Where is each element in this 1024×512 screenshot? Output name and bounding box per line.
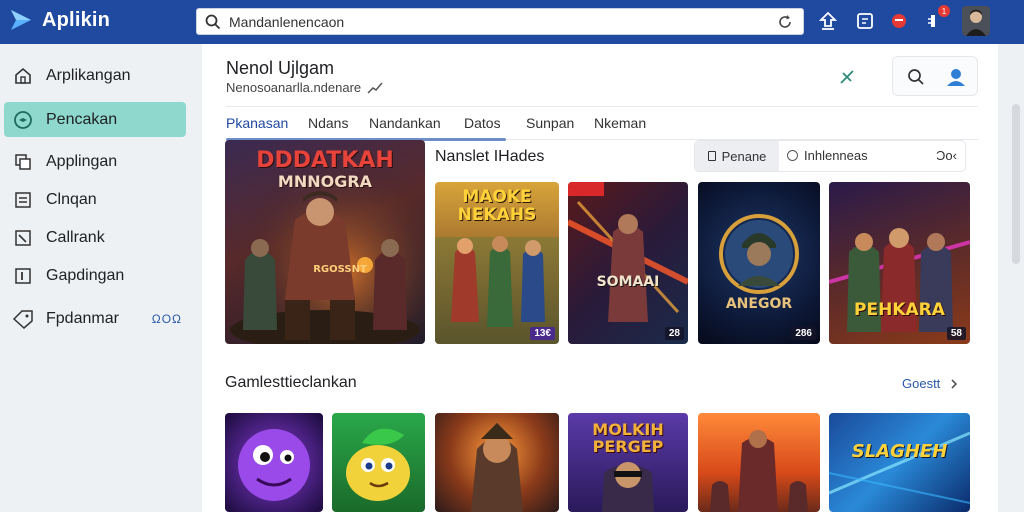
- notification-badge: 1: [938, 5, 950, 17]
- sidebar-item-label: Pencakan: [46, 110, 118, 128]
- game-card[interactable]: [435, 413, 559, 512]
- app-logo[interactable]: Aplikin: [8, 7, 110, 33]
- chart-icon: [12, 227, 34, 249]
- section-title-recommended: Gamlesttieclankan: [225, 374, 357, 391]
- featured-title-line1: DDDATKAH: [256, 148, 394, 173]
- page-subtitle: Nenosoanarlla.ndenare: [226, 80, 383, 95]
- search-icon: [205, 14, 221, 29]
- sparkle-icon[interactable]: [836, 66, 858, 88]
- game-card-badge: 286: [791, 327, 816, 340]
- sidebar-item-clnqan[interactable]: Clnqan: [4, 182, 186, 217]
- page-title: Nenol Ujlgam: [226, 58, 335, 78]
- main-panel: Nenol Ujlgam Nenosoanarlla.ndenare Pkana…: [202, 44, 998, 512]
- game-card[interactable]: SLAGHEH: [829, 413, 970, 512]
- game-card-art: [346, 428, 410, 501]
- bookmark-icon: [12, 265, 34, 287]
- page-subtitle-text: Nenosoanarlla.ndenare: [226, 80, 362, 95]
- apps-icon: [12, 151, 34, 173]
- tab-sunpan[interactable]: Sunpan: [526, 115, 574, 131]
- see-more-label: Goestt: [902, 376, 941, 391]
- tab-ndans[interactable]: Ndans: [308, 115, 348, 131]
- tab-datos[interactable]: Datos: [464, 115, 501, 131]
- game-card[interactable]: MOLKIH PERGEP: [568, 413, 688, 512]
- filter-radio[interactable]: Inhlenneas: [787, 148, 868, 163]
- filter-chip-label: Penane: [721, 148, 767, 164]
- sidebar-item-label: Callrank: [46, 228, 105, 246]
- top-bar: Aplikin 1: [0, 0, 1024, 44]
- search-bar[interactable]: [196, 8, 804, 35]
- tab-pkanasan[interactable]: Pkanasan: [226, 115, 288, 131]
- sidebar: Arplikangan Pencakan Applingan Clnqan Ca…: [0, 44, 196, 512]
- game-card[interactable]: [332, 413, 425, 512]
- game-card-title: ANEGOR: [725, 296, 793, 312]
- refresh-icon[interactable]: [777, 14, 793, 30]
- tab-nandankan[interactable]: Nandankan: [369, 115, 441, 131]
- sidebar-item-label: Clnqan: [46, 190, 97, 208]
- game-card[interactable]: PEHKARA 58: [829, 182, 970, 344]
- filter-radio-label: Inhlenneas: [804, 148, 868, 163]
- tab-bar: Pkanasan Ndans Nandankan Datos Sunpan Nk…: [226, 106, 978, 141]
- game-card-art: [710, 430, 808, 512]
- game-card-badge: 28: [664, 327, 684, 340]
- game-card[interactable]: [225, 413, 323, 512]
- account-icon[interactable]: [945, 66, 967, 88]
- sidebar-item-arplikangan[interactable]: Arplikangan: [4, 58, 186, 93]
- chevron-right-icon: [951, 378, 958, 389]
- tag-icon: [12, 308, 34, 330]
- game-card-art: [829, 431, 970, 504]
- scrollbar[interactable]: [1012, 104, 1020, 264]
- compass-icon: [12, 109, 34, 131]
- header-tools: [892, 56, 978, 96]
- search-input[interactable]: [229, 13, 769, 30]
- game-card[interactable]: MAOKE NEKAHS 13€: [435, 182, 559, 344]
- game-card-title: PEHKARA: [854, 300, 945, 320]
- filter-chip-icon: [707, 151, 716, 161]
- filter-bar: Penane Inhlenneas Ͻo‹: [694, 140, 966, 172]
- avatar[interactable]: [962, 6, 990, 36]
- upload-icon[interactable]: [816, 9, 840, 33]
- game-card-art: [238, 429, 310, 501]
- sidebar-item-label: Fpdanmar: [46, 309, 119, 327]
- trend-icon: [367, 82, 383, 94]
- featured-title-line2: MNNOGRA: [277, 172, 373, 191]
- filter-more[interactable]: Ͻo‹: [936, 148, 957, 163]
- game-card-title: MOLKIH PERGEP: [592, 420, 664, 456]
- list-icon: [12, 189, 34, 211]
- sidebar-badge: ΩOΩ: [151, 311, 182, 326]
- library-icon[interactable]: [853, 9, 877, 33]
- filter-chip[interactable]: Penane: [695, 141, 779, 171]
- sidebar-item-label: Arplikangan: [46, 66, 131, 84]
- game-card-badge: 13€: [530, 327, 555, 340]
- play-logo-icon: [11, 10, 31, 30]
- sidebar-item-fpdanmar[interactable]: Fpdanmar ΩOΩ: [4, 301, 186, 336]
- game-card[interactable]: SOMAAI 28: [568, 182, 688, 344]
- game-card-art: [568, 182, 688, 322]
- sidebar-item-label: Gapdingan: [46, 266, 125, 284]
- radio-icon: [787, 150, 798, 161]
- section-title-new-games: Nanslet IHades: [435, 148, 545, 165]
- tab-nkeman[interactable]: Nkeman: [594, 115, 646, 131]
- featured-game-card[interactable]: DDDATKAH MNNOGRA RGOSSNT: [225, 140, 425, 344]
- featured-label: RGOSSNT: [313, 264, 367, 275]
- game-card-art: [719, 214, 799, 294]
- game-card[interactable]: ANEGOR 286: [698, 182, 820, 344]
- search-icon[interactable]: [905, 66, 927, 88]
- home-icon: [12, 65, 34, 87]
- game-card-title: SLAGHEH: [851, 441, 948, 462]
- chat-icon[interactable]: [887, 9, 911, 33]
- sidebar-item-pencakan[interactable]: Pencakan: [4, 102, 186, 137]
- notifications-icon[interactable]: 1: [922, 5, 950, 33]
- see-more-link[interactable]: Goestt: [902, 376, 960, 391]
- game-card-title: SOMAAI: [596, 274, 660, 290]
- app-title: Aplikin: [42, 8, 111, 31]
- sidebar-item-gapdingan[interactable]: Gapdingan: [4, 258, 186, 293]
- game-card-title: MAOKE NEKAHS: [457, 187, 537, 225]
- sidebar-item-label: Applingan: [46, 152, 118, 170]
- sidebar-item-callrank[interactable]: Callrank: [4, 220, 186, 255]
- game-card[interactable]: [698, 413, 820, 512]
- game-card-badge: 58: [946, 327, 966, 340]
- sidebar-item-applingan[interactable]: Applingan: [4, 144, 186, 179]
- game-card-art: [471, 423, 523, 512]
